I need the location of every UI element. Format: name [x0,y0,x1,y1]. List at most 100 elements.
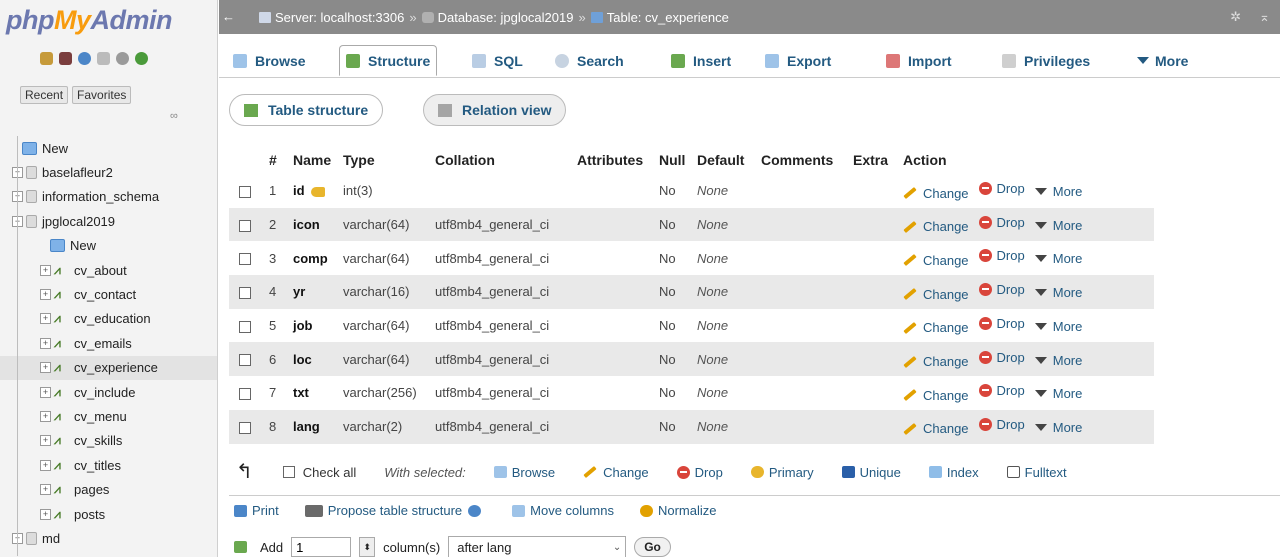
phpmyadmin-logo[interactable]: phpMyAdmin [6,0,172,46]
tab-import[interactable]: Import [880,45,958,76]
drop-link[interactable]: Drop [978,316,1025,331]
bulk-unique-button[interactable]: Unique [841,465,901,480]
tab-table-structure[interactable]: Table structure [229,94,384,126]
row-checkbox[interactable] [239,185,251,198]
change-link[interactable]: Change [903,219,969,234]
column-count-stepper[interactable]: ⬍ [359,537,376,557]
bulk-fulltext-button[interactable]: Fulltext [1006,465,1067,480]
position-select[interactable]: after lang ⌄ [448,536,627,557]
normalize-link[interactable]: Normalize [639,503,716,518]
expand-icon[interactable]: + [40,459,51,471]
expand-icon[interactable]: + [40,508,51,520]
link-with-main-icon[interactable]: ∞ [170,110,178,122]
collapse-nav-icon[interactable]: ← [222,9,235,24]
bulk-drop-button[interactable]: Drop [676,465,723,480]
tab-export[interactable]: Export [759,45,837,76]
tree-item[interactable]: New [0,136,217,160]
docs-icon[interactable] [97,52,110,65]
change-link[interactable]: Change [903,354,969,369]
tab-browse[interactable]: Browse [227,45,312,76]
drop-link[interactable]: Drop [978,248,1025,263]
tree-item[interactable]: + ⩘ cv_skills [0,429,217,453]
help-icon[interactable] [468,504,482,517]
home-icon[interactable] [40,52,53,65]
settings-gear-icon[interactable]: ✲ [1230,9,1241,25]
row-checkbox[interactable] [239,421,251,434]
tab-more[interactable]: More [1131,45,1194,76]
tree-item[interactable]: + ⩘ cv_contact [0,282,217,306]
tree-item[interactable]: + ⩘ cv_menu [0,404,217,428]
drop-link[interactable]: Drop [978,282,1025,297]
more-dropdown[interactable]: More [1034,420,1082,435]
drop-link[interactable]: Drop [978,383,1025,398]
bulk-change-button[interactable]: Change [583,465,649,480]
expand-icon[interactable]: + [40,362,51,374]
tree-item[interactable]: + ⩘ cv_experience [0,355,217,380]
tab-relation-view[interactable]: Relation view [423,94,567,126]
bulk-primary-button[interactable]: Primary [750,465,814,480]
expand-icon[interactable]: + [40,289,51,301]
row-checkbox[interactable] [239,320,251,333]
tree-item[interactable]: + ⩘ cv_titles [0,453,217,477]
tab-structure[interactable]: Structure [339,45,438,76]
logout-icon[interactable] [59,52,72,65]
tree-item[interactable]: +md [0,526,217,550]
drop-link[interactable]: Drop [978,181,1025,196]
tree-item[interactable]: +information_schema [0,185,217,209]
change-link[interactable]: Change [903,186,969,201]
expand-icon[interactable]: + [40,435,51,447]
breadcrumb-database[interactable]: Database: jpglocal2019 [438,10,574,25]
drop-link[interactable]: Drop [978,417,1025,432]
more-dropdown[interactable]: More [1034,386,1082,401]
settings-icon[interactable] [116,52,129,65]
tree-item[interactable]: New [0,234,217,258]
expand-icon[interactable]: + [40,386,51,398]
check-all[interactable]: Check all [282,465,356,480]
breadcrumb-server[interactable]: Server: localhost:3306 [275,10,404,25]
reload-icon[interactable] [135,52,148,65]
more-dropdown[interactable]: More [1034,251,1082,266]
row-checkbox[interactable] [239,354,251,367]
tree-item[interactable]: + ⩘ cv_about [0,258,217,282]
more-dropdown[interactable]: More [1034,218,1082,233]
drop-link[interactable]: Drop [978,215,1025,230]
tab-search[interactable]: Search [549,45,630,76]
change-link[interactable]: Change [903,253,969,268]
row-checkbox[interactable] [239,219,251,232]
more-dropdown[interactable]: More [1034,285,1082,300]
tree-item[interactable]: + ⩘ posts [0,502,217,526]
tree-item[interactable]: +baselafleur2 [0,160,217,184]
row-checkbox[interactable] [239,286,251,299]
tree-item[interactable]: + ⩘ cv_education [0,307,217,331]
print-link[interactable]: Print [234,503,279,518]
row-checkbox[interactable] [239,253,251,266]
favorites-tab[interactable]: Favorites [72,86,132,104]
row-checkbox[interactable] [239,388,251,401]
propose-structure-link[interactable]: Propose table structure [304,503,486,518]
expand-icon[interactable]: + [40,313,51,325]
more-dropdown[interactable]: More [1034,184,1082,199]
bulk-browse-button[interactable]: Browse [493,465,555,480]
expand-icon[interactable]: + [40,337,51,349]
bulk-index-button[interactable]: Index [928,465,979,480]
header-name[interactable]: Name [289,146,339,174]
drop-link[interactable]: Drop [978,350,1025,365]
breadcrumb-table[interactable]: Table: cv_experience [607,10,729,25]
tab-privileges[interactable]: Privileges [996,45,1096,76]
check-all-checkbox[interactable] [282,466,295,478]
recent-tab[interactable]: Recent [20,86,69,104]
move-columns-link[interactable]: Move columns [512,503,614,518]
expand-icon[interactable]: + [40,484,51,496]
tab-insert[interactable]: Insert [665,45,737,76]
tree-item[interactable]: −jpglocal2019 [0,209,217,233]
more-dropdown[interactable]: More [1034,319,1082,334]
more-dropdown[interactable]: More [1034,353,1082,368]
go-button[interactable]: Go [634,537,671,557]
tree-item[interactable]: + ⩘ cv_emails [0,331,217,355]
change-link[interactable]: Change [903,320,969,335]
column-count-input[interactable] [291,537,352,557]
change-link[interactable]: Change [903,421,969,436]
hide-topbar-icon[interactable]: ⌅ [1259,9,1270,25]
change-link[interactable]: Change [903,388,969,403]
tree-item[interactable]: + ⩘ cv_include [0,380,217,404]
